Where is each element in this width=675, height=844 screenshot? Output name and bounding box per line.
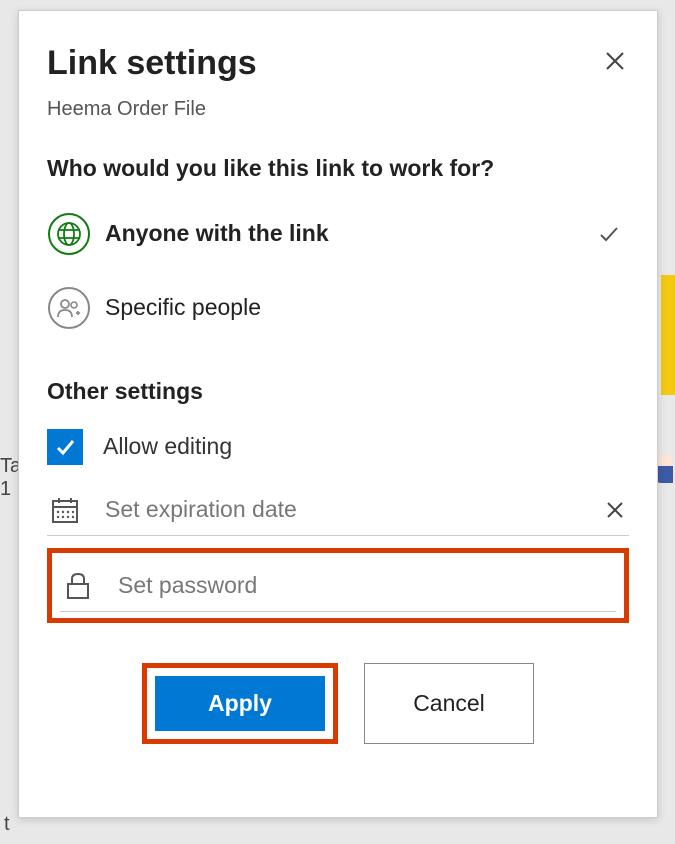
allow-editing-label: Allow editing xyxy=(103,433,232,460)
background-decor xyxy=(661,275,675,395)
expiration-date-row xyxy=(47,495,629,536)
people-icon-container xyxy=(47,286,91,330)
dialog-actions: Apply Cancel xyxy=(47,663,629,744)
dialog-title: Link settings xyxy=(47,43,257,84)
close-button[interactable] xyxy=(601,47,629,75)
option-specific-people[interactable]: Specific people xyxy=(47,286,629,330)
apply-highlight-box: Apply xyxy=(142,663,338,744)
allow-editing-checkbox[interactable] xyxy=(47,429,83,465)
background-text-bottom: t xyxy=(4,813,10,836)
clear-expiration-button[interactable] xyxy=(601,496,629,524)
password-input[interactable] xyxy=(116,571,616,600)
check-icon xyxy=(53,435,77,459)
other-settings-title: Other settings xyxy=(47,378,629,405)
allow-editing-row: Allow editing xyxy=(47,429,629,465)
close-icon xyxy=(604,50,626,72)
checkmark-icon xyxy=(597,222,621,246)
dialog-header: Link settings xyxy=(47,43,629,84)
clear-icon xyxy=(605,500,625,520)
option-anyone-label: Anyone with the link xyxy=(105,220,597,247)
dialog-subtitle: Heema Order File xyxy=(47,98,629,121)
globe-icon-container xyxy=(47,212,91,256)
password-highlight-box xyxy=(47,548,629,623)
option-specific-label: Specific people xyxy=(105,294,621,321)
lock-icon xyxy=(60,571,96,601)
people-icon xyxy=(56,295,82,321)
expiration-date-input[interactable] xyxy=(103,495,601,524)
access-prompt: Who would you like this link to work for… xyxy=(47,155,629,182)
cancel-button[interactable]: Cancel xyxy=(364,663,534,744)
option-anyone-with-link[interactable]: Anyone with the link xyxy=(47,212,629,256)
apply-button[interactable]: Apply xyxy=(155,676,325,731)
password-row xyxy=(60,571,616,612)
calendar-icon xyxy=(47,495,83,525)
globe-icon xyxy=(56,221,82,247)
link-settings-dialog: Link settings Heema Order File Who would… xyxy=(18,10,658,818)
